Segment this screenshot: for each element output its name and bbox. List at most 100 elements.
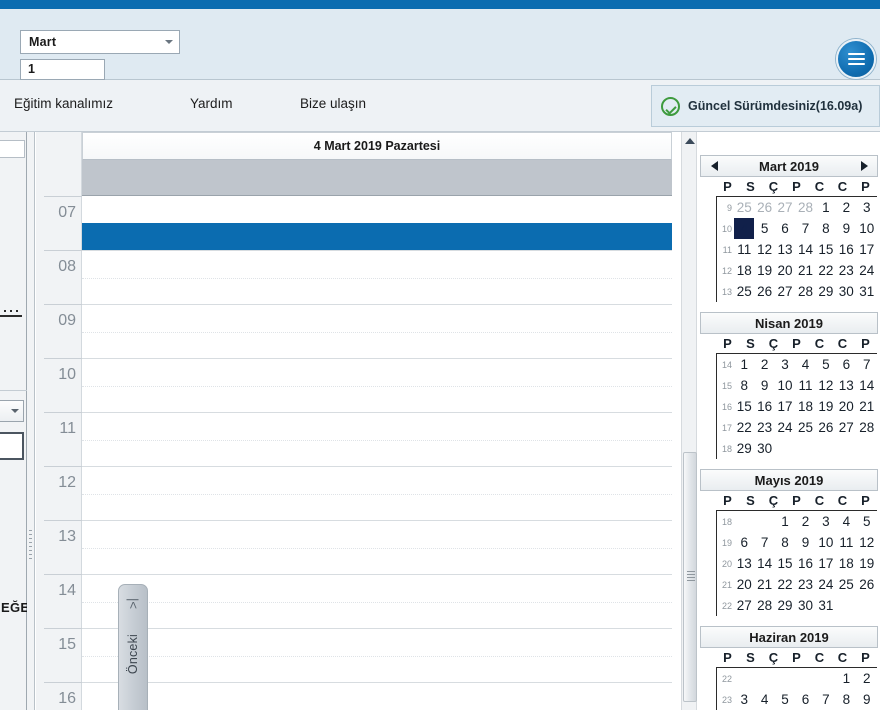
calendar-day-cell[interactable]: 1 (775, 511, 795, 532)
calendar-day-cell[interactable]: 6 (836, 354, 856, 375)
all-day-event-area[interactable] (82, 160, 672, 196)
calendar-day-cell[interactable]: 28 (857, 417, 877, 438)
calendar-day-cell[interactable]: 2 (857, 668, 877, 689)
calendar-day-cell[interactable]: 18 (836, 553, 856, 574)
caret-left-icon[interactable] (705, 156, 723, 176)
calendar-day-cell[interactable]: 10 (857, 218, 877, 239)
calendar-day-cell[interactable]: 19 (816, 396, 836, 417)
calendar-day-cell[interactable]: 22 (734, 417, 754, 438)
calendar-day-cell[interactable]: 16 (836, 239, 856, 260)
left-panel-combo-box[interactable] (0, 400, 24, 422)
calendar-day-cell[interactable]: 9 (795, 532, 815, 553)
calendar-day-cell[interactable]: 2 (754, 354, 774, 375)
ellipsis-button[interactable] (0, 310, 24, 322)
calendar-day-cell[interactable]: 18 (734, 260, 754, 281)
calendar-day-cell[interactable]: 22 (816, 260, 836, 281)
calendar-day-cell[interactable]: 10 (775, 375, 795, 396)
calendar-day-cell[interactable]: 13 (836, 375, 856, 396)
caret-right-icon[interactable] (855, 156, 873, 176)
calendar-day-cell[interactable]: 12 (816, 375, 836, 396)
calendar-day-cell[interactable]: 28 (795, 197, 815, 218)
calendar-day-cell[interactable]: 7 (795, 218, 815, 239)
calendar-day-cell[interactable]: 29 (734, 438, 754, 459)
calendar-day-cell[interactable]: 30 (795, 595, 815, 616)
vertical-scrollbar[interactable] (681, 132, 697, 710)
calendar-day-cell[interactable]: 21 (857, 396, 877, 417)
calendar-day-cell[interactable]: 13 (775, 239, 795, 260)
calendar-day-cell[interactable]: 28 (795, 281, 815, 302)
calendar-day-cell[interactable]: 8 (775, 532, 795, 553)
calendar-day-cell[interactable]: 8 (734, 375, 754, 396)
calendar-day-cell[interactable]: 21 (754, 574, 774, 595)
calendar-day-cell[interactable]: 6 (734, 532, 754, 553)
hour-row[interactable] (82, 520, 672, 574)
calendar-day-cell[interactable]: 27 (775, 281, 795, 302)
calendar-day-cell[interactable]: 24 (816, 574, 836, 595)
calendar-day-cell[interactable]: 12 (857, 532, 877, 553)
calendar-day-cell[interactable]: 22 (775, 574, 795, 595)
calendar-day-selected[interactable]: 4 (734, 218, 755, 239)
calendar-day-cell[interactable]: 4 (754, 689, 774, 710)
hamburger-menu-button[interactable] (836, 39, 876, 79)
calendar-day-cell[interactable]: 10 (816, 532, 836, 553)
hour-row[interactable] (82, 628, 672, 682)
calendar-day-cell[interactable]: 2 (795, 511, 815, 532)
day-header-title[interactable]: 4 Mart 2019 Pazartesi (82, 132, 672, 160)
menu-item-egitim-kanalimiz[interactable]: Eğitim kanalımız (14, 96, 113, 111)
calendar-day-cell[interactable]: 8 (816, 218, 836, 239)
calendar-day-cell[interactable]: 31 (857, 281, 877, 302)
calendar-day-cell[interactable]: 17 (857, 239, 877, 260)
calendar-day-cell[interactable]: 14 (795, 239, 815, 260)
selected-time-slot[interactable] (82, 223, 672, 250)
calendar-day-cell[interactable]: 27 (775, 197, 795, 218)
calendar-day-cell[interactable]: 1 (734, 354, 754, 375)
calendar-day-cell[interactable]: 21 (795, 260, 815, 281)
hour-row[interactable] (82, 574, 672, 628)
calendar-day-cell[interactable]: 26 (754, 281, 774, 302)
calendar-day-cell[interactable]: 15 (816, 239, 836, 260)
menu-item-bize-ulasin[interactable]: Bize ulaşın (300, 96, 366, 111)
calendar-day-cell[interactable]: 14 (857, 375, 877, 396)
hour-row[interactable] (82, 466, 672, 520)
hour-row[interactable] (82, 304, 672, 358)
chevron-down-icon[interactable] (159, 31, 179, 53)
calendar-day-cell[interactable]: 25 (836, 574, 856, 595)
calendar-day-cell[interactable]: 11 (795, 375, 815, 396)
calendar-day-cell[interactable]: 12 (754, 239, 774, 260)
calendar-day-cell[interactable]: 20 (775, 260, 795, 281)
calendar-day-cell[interactable]: 15 (734, 396, 754, 417)
mini-calendar-title[interactable]: Haziran 2019 (700, 626, 878, 648)
calendar-day-cell[interactable]: 30 (836, 281, 856, 302)
calendar-day-cell[interactable]: 24 (775, 417, 795, 438)
number-input[interactable]: 1 (20, 59, 105, 80)
calendar-day-cell[interactable]: 5 (816, 354, 836, 375)
hour-row[interactable] (82, 412, 672, 466)
time-slot-column[interactable] (82, 196, 672, 710)
calendar-day-cell[interactable]: 7 (816, 689, 836, 710)
scrollbar-thumb[interactable] (683, 452, 697, 702)
calendar-day-cell[interactable]: 18 (795, 396, 815, 417)
calendar-day-cell[interactable]: 31 (816, 595, 836, 616)
panel-splitter[interactable] (27, 132, 35, 710)
calendar-day-cell[interactable]: 29 (775, 595, 795, 616)
calendar-day-cell[interactable]: 23 (836, 260, 856, 281)
calendar-day-cell[interactable]: 15 (775, 553, 795, 574)
calendar-day-cell[interactable]: 3 (775, 354, 795, 375)
calendar-day-cell[interactable]: 13 (734, 553, 754, 574)
calendar-day-cell[interactable]: 5 (754, 218, 774, 239)
menu-item-yardim[interactable]: Yardım (190, 96, 233, 111)
calendar-day-cell[interactable]: 24 (857, 260, 877, 281)
calendar-day-cell[interactable]: 16 (754, 396, 774, 417)
month-combo-box[interactable]: Mart (20, 30, 180, 54)
calendar-day-cell[interactable]: 27 (836, 417, 856, 438)
calendar-day-cell[interactable]: 4 (836, 511, 856, 532)
calendar-day-cell[interactable]: 25 (734, 281, 754, 302)
calendar-day-cell[interactable]: 3 (734, 689, 754, 710)
calendar-day-cell[interactable]: 11 (836, 532, 856, 553)
calendar-day-cell[interactable]: 8 (836, 689, 856, 710)
calendar-day-cell[interactable]: 1 (836, 668, 856, 689)
calendar-day-cell[interactable]: 3 (857, 197, 877, 218)
calendar-day-cell[interactable]: 7 (754, 532, 774, 553)
calendar-day-cell[interactable]: 9 (754, 375, 774, 396)
calendar-day-cell[interactable]: 2 (836, 197, 856, 218)
